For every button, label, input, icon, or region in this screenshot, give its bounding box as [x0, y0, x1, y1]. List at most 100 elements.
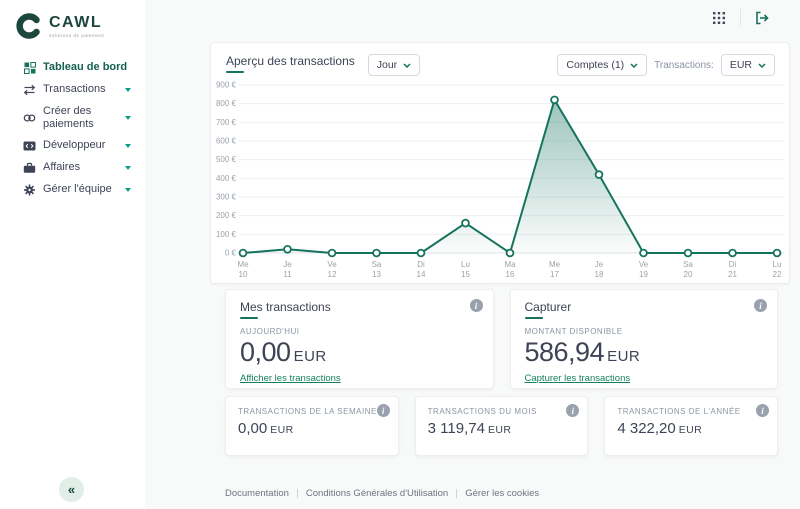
svg-text:Ma: Ma: [504, 260, 516, 269]
period-select-value: Jour: [376, 59, 398, 71]
transactions-currency-label: Transactions:: [654, 59, 714, 71]
brand-tagline: solutions de paiement: [49, 32, 105, 38]
amount-currency: EUR: [487, 424, 512, 436]
svg-text:Sa: Sa: [683, 260, 693, 269]
svg-text:12: 12: [328, 270, 337, 279]
amount-value: 586,94: [524, 337, 605, 367]
topbar-divider: [740, 9, 741, 27]
svg-text:Ve: Ve: [327, 260, 337, 269]
dashboard-page: CAWL solutions de paiement Tableau de bo…: [0, 0, 800, 509]
sidebar-item-gerer-equipe[interactable]: Gérer l'équipe: [0, 179, 145, 200]
svg-text:Ve: Ve: [639, 260, 649, 269]
sidebar-item-label: Gérer l'équipe: [43, 183, 112, 196]
summary-cards-row: Mes transactions AUJOURD'HUI 0,00 EUR Af…: [225, 289, 778, 389]
cawl-logo-icon: [16, 13, 40, 39]
svg-text:Di: Di: [417, 260, 425, 269]
title-accent: [226, 71, 244, 73]
capture-transactions-link[interactable]: Capturer les transactions: [525, 373, 631, 384]
collapse-chevrons-icon: «: [67, 482, 76, 497]
svg-text:13: 13: [372, 270, 381, 279]
gear-icon: [23, 183, 36, 196]
info-icon[interactable]: i: [756, 404, 770, 417]
sidebar-item-transactions[interactable]: Transactions: [0, 79, 145, 100]
chevron-down-icon: [125, 87, 131, 92]
amount-value: 0,00: [238, 420, 268, 437]
svg-text:200 €: 200 €: [216, 211, 237, 220]
svg-text:19: 19: [639, 270, 648, 279]
chevron-down-icon: [630, 62, 638, 68]
chevron-down-icon: [125, 115, 131, 120]
svg-text:700 €: 700 €: [216, 118, 237, 127]
card-title: Mes transactions: [240, 300, 331, 314]
currency-select[interactable]: EUR: [720, 54, 775, 76]
chart-header: Aperçu des transactions Jour Comptes (1)…: [211, 43, 789, 76]
stat-cards-row: TRANSACTIONS DE LA SEMAINE 0,00 EUR i TR…: [225, 396, 779, 456]
info-icon[interactable]: i: [566, 404, 580, 417]
transactions-overview-card: Aperçu des transactions Jour Comptes (1)…: [210, 42, 790, 284]
main-area: Aperçu des transactions Jour Comptes (1)…: [145, 0, 800, 509]
footer-link-cgu[interactable]: Conditions Générales d'Utilisation: [306, 488, 448, 499]
accounts-select[interactable]: Comptes (1): [557, 54, 648, 76]
my-transactions-card: Mes transactions AUJOURD'HUI 0,00 EUR Af…: [225, 289, 494, 389]
sidebar-item-tableau-de-bord[interactable]: Tableau de bord: [0, 57, 145, 78]
logout-icon[interactable]: [752, 8, 772, 28]
brand-logo[interactable]: CAWL solutions de paiement: [0, 0, 145, 41]
svg-text:11: 11: [283, 270, 292, 279]
card-title: Capturer: [524, 300, 572, 314]
dashboard-icon: [23, 61, 36, 74]
footer-divider: [296, 489, 298, 498]
info-icon[interactable]: i: [469, 299, 483, 312]
sidebar-item-label: Développeur: [43, 139, 106, 152]
footer-link-cookies[interactable]: Gérer les cookies: [465, 488, 539, 499]
info-icon[interactable]: i: [754, 299, 767, 312]
sidebar-item-label: Créer des paiements: [43, 105, 94, 130]
svg-text:21: 21: [728, 270, 737, 279]
amount-currency: EUR: [270, 424, 294, 436]
footer-link-documentation[interactable]: Documentation: [225, 488, 289, 499]
chart-title: Aperçu des transactions: [226, 54, 355, 68]
svg-text:Je: Je: [283, 260, 292, 269]
amount-currency: EUR: [293, 348, 327, 365]
footer-divider: [456, 489, 458, 498]
sidebar-item-label: Affaires: [43, 161, 81, 174]
currency-select-value: EUR: [729, 59, 752, 71]
kpi-label: AUJOURD'HUI: [240, 327, 300, 336]
svg-text:22: 22: [773, 270, 782, 279]
svg-text:10: 10: [239, 270, 248, 279]
svg-text:800 €: 800 €: [216, 99, 237, 108]
month-transactions-card: TRANSACTIONS DU MOIS 3 119,74 EUR i: [414, 396, 589, 456]
svg-text:20: 20: [684, 270, 693, 279]
svg-text:18: 18: [595, 270, 604, 279]
svg-text:Me: Me: [237, 260, 249, 269]
svg-text:Lu: Lu: [461, 260, 470, 269]
apps-grid-icon[interactable]: [709, 8, 729, 28]
accounts-select-value: Comptes (1): [566, 59, 625, 71]
sidebar-item-creer-des-paiements[interactable]: Créer des paiements: [0, 101, 145, 134]
svg-text:300 €: 300 €: [216, 193, 237, 202]
amount-value: 0,00: [240, 337, 291, 367]
sidebar-item-label: Tableau de bord: [43, 61, 128, 74]
capture-card: Capturer MONTANT DISPONIBLE 586,94 EUR C…: [509, 289, 778, 389]
sidebar: CAWL solutions de paiement Tableau de bo…: [0, 0, 145, 509]
title-accent: [524, 317, 543, 319]
svg-text:600 €: 600 €: [216, 137, 237, 146]
sidebar-item-affaires[interactable]: Affaires: [0, 157, 145, 178]
year-transactions-card: TRANSACTIONS DE L'ANNÉE 4 322,20 EUR i: [604, 396, 779, 456]
sidebar-collapse-button[interactable]: «: [59, 477, 84, 502]
info-icon[interactable]: i: [376, 404, 390, 417]
svg-text:500 €: 500 €: [216, 155, 237, 164]
svg-text:100 €: 100 €: [216, 230, 237, 239]
week-transactions-card: TRANSACTIONS DE LA SEMAINE 0,00 EUR i: [225, 396, 399, 456]
svg-text:Je: Je: [595, 260, 604, 269]
brand-name: CAWL: [49, 13, 103, 31]
chevron-down-icon: [403, 62, 411, 68]
sidebar-item-label: Transactions: [43, 83, 106, 96]
amount-currency: EUR: [678, 424, 703, 436]
sidebar-item-developpeur[interactable]: Développeur: [0, 135, 145, 156]
period-select[interactable]: Jour: [367, 54, 421, 76]
briefcase-icon: [23, 161, 36, 174]
show-transactions-link[interactable]: Afficher les transactions: [240, 373, 341, 384]
kpi-label: TRANSACTIONS DU MOIS: [427, 407, 537, 416]
svg-text:Lu: Lu: [773, 260, 782, 269]
chevron-down-icon: [125, 165, 131, 170]
